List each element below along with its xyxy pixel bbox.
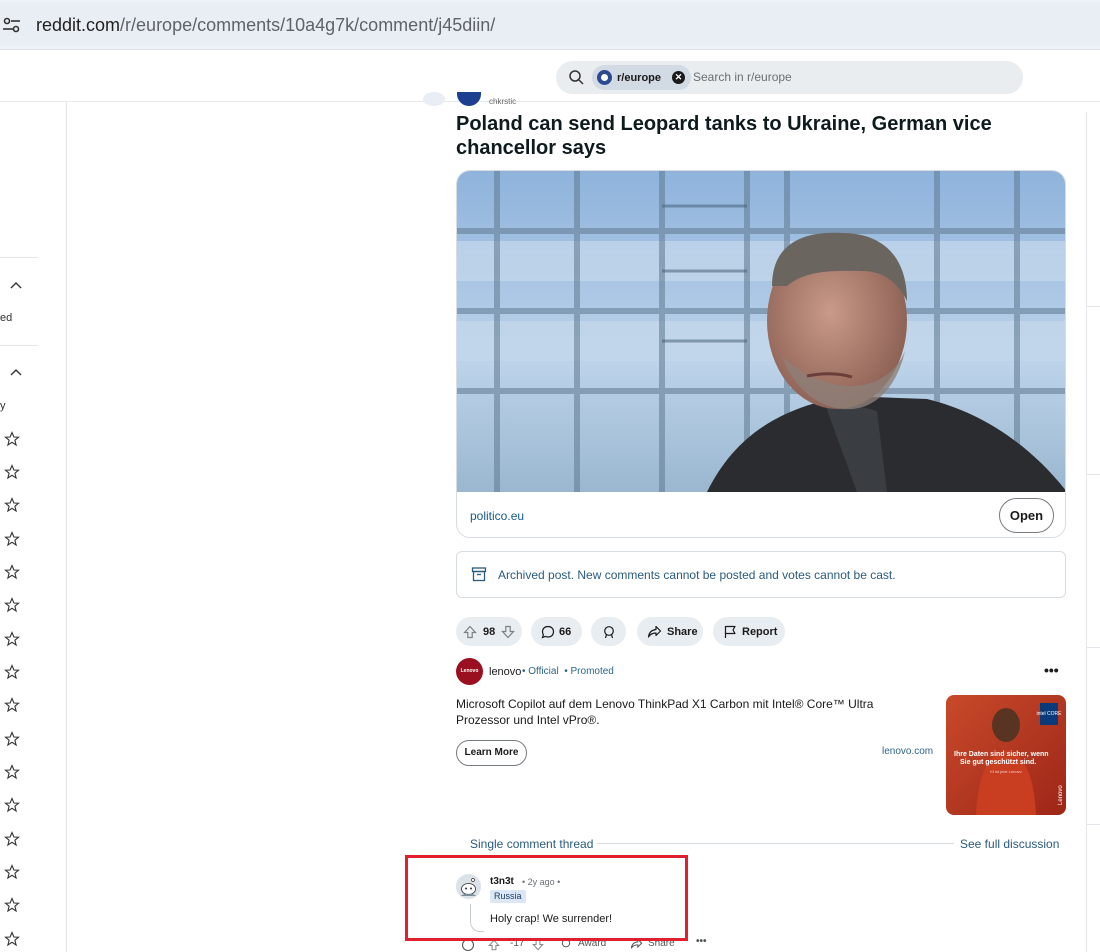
report-button[interactable]: Report: [713, 617, 785, 646]
ad-image-chip-text: intel CORE: [1036, 711, 1062, 717]
site-settings-icon[interactable]: [2, 15, 22, 35]
archived-notice: Archived post. New comments cannot be po…: [456, 551, 1066, 598]
ad-domain[interactable]: lenovo.com: [882, 746, 933, 757]
star-icon[interactable]: [4, 931, 20, 947]
see-full-discussion-link[interactable]: See full discussion: [960, 837, 1059, 851]
browser-bar: reddit.com/r/europe/comments/10a4g7k/com…: [0, 0, 1100, 50]
star-icon[interactable]: [4, 631, 20, 647]
divider: [0, 345, 38, 346]
more-options-icon[interactable]: •••: [696, 936, 707, 947]
star-icon[interactable]: [4, 764, 20, 780]
search-bar[interactable]: r/europe ✕ Search in r/europe: [556, 61, 1023, 94]
post-author[interactable]: chkrstic: [489, 97, 516, 106]
star-icon[interactable]: [4, 697, 20, 713]
post-title: Poland can send Leopard tanks to Ukraine…: [456, 113, 992, 159]
award-button[interactable]: [591, 617, 626, 646]
star-icon[interactable]: [4, 464, 20, 480]
star-icon[interactable]: [4, 897, 20, 913]
comment-icon: [541, 625, 555, 639]
back-button[interactable]: [423, 92, 445, 106]
ad-image-headline: Ihre Daten sind sicher, wenn Sie gut ges…: [954, 751, 1050, 766]
ad-avatar[interactable]: Lenovo: [456, 658, 483, 685]
post-thumbnail-image[interactable]: [457, 171, 1066, 492]
divider: [1087, 824, 1100, 825]
share-icon: [647, 625, 662, 638]
promoted-label: • Promoted: [564, 666, 614, 677]
ad-text[interactable]: Microsoft Copilot auf dem Lenovo ThinkPa…: [456, 696, 926, 728]
sidebar-item-label[interactable]: ed: [0, 312, 12, 324]
url-host: reddit.com: [36, 15, 121, 35]
single-thread-label: Single comment thread: [470, 837, 594, 851]
divider: [1087, 306, 1100, 307]
learn-more-button[interactable]: Learn More: [456, 740, 527, 766]
archive-icon: [471, 567, 487, 582]
star-icon[interactable]: [4, 497, 20, 513]
archived-text: Archived post. New comments cannot be po…: [498, 568, 896, 582]
share-label: Share: [667, 625, 698, 638]
ad-image-brand: Lenovo: [1058, 785, 1064, 805]
subreddit-avatar-icon: [597, 70, 612, 85]
chevron-up-icon[interactable]: [10, 368, 22, 376]
star-icon[interactable]: [4, 831, 20, 847]
url-text[interactable]: reddit.com/r/europe/comments/10a4g7k/com…: [36, 15, 495, 36]
address-bar[interactable]: reddit.com/r/europe/comments/10a4g7k/com…: [0, 2, 1100, 46]
link-preview-card[interactable]: politico.eu Open: [456, 170, 1066, 538]
star-icon[interactable]: [4, 531, 20, 547]
star-icon[interactable]: [4, 864, 20, 880]
ad-image[interactable]: intel CORE Ihre Daten sind sicher, wenn …: [946, 695, 1066, 815]
divider: [1087, 474, 1100, 475]
chip-label: r/europe: [617, 71, 662, 84]
site-header: r/europe ✕ Search in r/europe: [0, 50, 1100, 102]
vote-count: 98: [483, 625, 496, 638]
highlight-box: [405, 855, 688, 941]
star-icon[interactable]: [4, 731, 20, 747]
downvote-icon[interactable]: [501, 625, 516, 639]
link-domain[interactable]: politico.eu: [470, 509, 524, 523]
star-icon[interactable]: [4, 431, 20, 447]
sidebar-item-label[interactable]: y: [0, 400, 6, 412]
ad-image-graphic: intel CORE Ihre Daten sind sicher, wenn …: [946, 695, 1066, 815]
open-link-button[interactable]: Open: [999, 498, 1054, 533]
ad-image-subtext: KI ist jetzt Lenovo: [990, 769, 1022, 774]
ad-advertiser-name[interactable]: lenovo: [489, 666, 521, 678]
report-label: Report: [742, 625, 778, 638]
chevron-up-icon[interactable]: [10, 281, 22, 289]
divider: [597, 843, 954, 844]
divider: [1087, 647, 1100, 648]
ad-meta: • Official • Promoted: [522, 666, 614, 677]
search-icon: [569, 70, 584, 85]
flag-icon: [724, 625, 736, 638]
comments-button[interactable]: 66: [531, 617, 582, 646]
star-icon[interactable]: [4, 664, 20, 680]
star-icon[interactable]: [4, 564, 20, 580]
search-input[interactable]: Search in r/europe: [693, 70, 792, 84]
url-path: /r/europe/comments/10a4g7k/comment/j45di…: [120, 15, 496, 35]
close-icon[interactable]: ✕: [672, 71, 686, 84]
upvote-icon[interactable]: [463, 625, 477, 639]
star-icon[interactable]: [4, 597, 20, 613]
left-sidebar: ed y: [0, 102, 67, 952]
star-icon[interactable]: [4, 797, 20, 813]
divider: [0, 257, 38, 258]
right-sidebar: [1086, 112, 1100, 952]
award-icon: [603, 625, 614, 638]
more-options-icon[interactable]: •••: [1044, 662, 1059, 678]
official-badge: • Official: [522, 666, 559, 677]
vote-control: 98: [456, 617, 522, 646]
subreddit-chip[interactable]: r/europe ✕: [592, 65, 692, 90]
share-button[interactable]: Share: [637, 617, 703, 646]
author-avatar[interactable]: [457, 92, 481, 106]
comment-count: 66: [559, 625, 572, 638]
